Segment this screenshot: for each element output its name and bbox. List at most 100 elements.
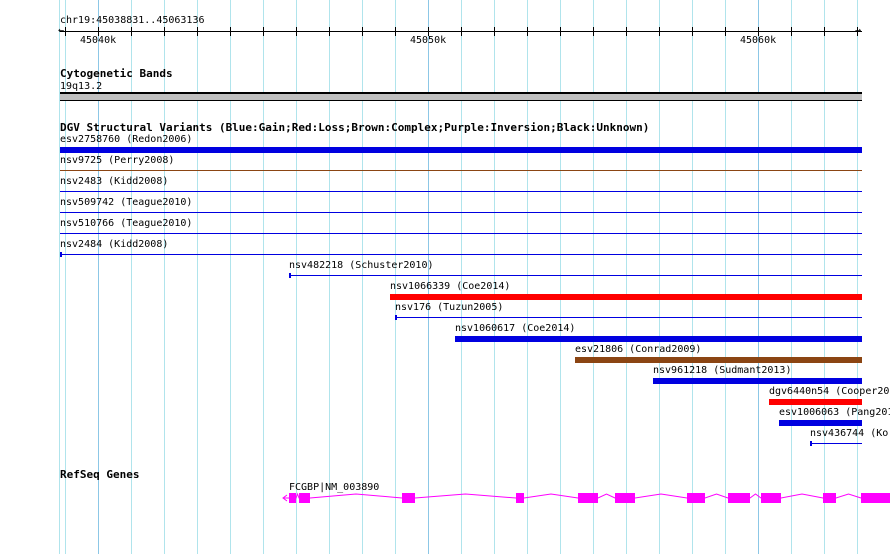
right-arrow-icon[interactable]: → bbox=[855, 25, 861, 36]
ruler-tick bbox=[65, 27, 66, 36]
grid-line bbox=[494, 0, 495, 554]
variant-label: nsv1060617 (Coe2014) bbox=[455, 323, 576, 334]
ruler-tick-label: 45060k bbox=[740, 35, 777, 46]
ruler-tick bbox=[560, 27, 561, 36]
grid-line bbox=[164, 0, 165, 554]
variant-bar[interactable] bbox=[60, 170, 862, 171]
exon bbox=[687, 493, 705, 503]
ruler-tick bbox=[725, 27, 726, 36]
variant-label: nsv482218 (Schuster2010) bbox=[289, 260, 434, 271]
ruler-tick bbox=[527, 27, 528, 36]
exon bbox=[728, 493, 750, 503]
grid-line bbox=[230, 0, 231, 554]
variant-start-tick bbox=[289, 273, 291, 278]
variant-bar[interactable] bbox=[60, 212, 862, 213]
grid-line bbox=[428, 0, 429, 554]
grid-line bbox=[626, 0, 627, 554]
ruler-tick bbox=[362, 27, 363, 36]
variant-label: nsv509742 (Teague2010) bbox=[60, 197, 193, 208]
ruler-tick bbox=[131, 27, 132, 36]
ruler-tick bbox=[659, 27, 660, 36]
grid-line bbox=[824, 0, 825, 554]
variant-bar[interactable] bbox=[810, 443, 862, 444]
ruler-tick-label: 45050k bbox=[410, 35, 447, 46]
ruler-tick bbox=[593, 27, 594, 36]
variant-bar[interactable] bbox=[60, 254, 862, 255]
cytoband-label: 19q13.2 bbox=[60, 81, 103, 92]
grid-line bbox=[395, 0, 396, 554]
exon bbox=[402, 493, 415, 503]
cytoband-bar[interactable] bbox=[60, 92, 862, 101]
exon bbox=[861, 493, 890, 503]
grid-line bbox=[329, 0, 330, 554]
variant-start-tick bbox=[810, 441, 812, 446]
grid-line bbox=[296, 0, 297, 554]
variant-bar[interactable] bbox=[779, 420, 862, 426]
variant-start-tick bbox=[395, 315, 397, 320]
variant-label: nsv961218 (Sudmant2013) bbox=[653, 365, 792, 376]
ruler-tick bbox=[692, 27, 693, 36]
variant-start-tick bbox=[60, 252, 62, 257]
grid-line bbox=[461, 0, 462, 554]
ruler-tick bbox=[197, 27, 198, 36]
exon bbox=[289, 493, 296, 503]
exon bbox=[299, 493, 310, 503]
ruler-tick bbox=[329, 27, 330, 36]
variant-bar[interactable] bbox=[769, 399, 862, 405]
ruler-tick bbox=[626, 27, 627, 36]
dgv-track-title: DGV Structural Variants (Blue:Gain;Red:L… bbox=[60, 121, 650, 134]
variant-label: nsv9725 (Perry2008) bbox=[60, 155, 175, 166]
left-arrow-icon[interactable]: ← bbox=[58, 25, 64, 36]
grid-line bbox=[857, 0, 858, 554]
variant-label: esv2758760 (Redon2006) bbox=[60, 134, 193, 145]
grid-line bbox=[725, 0, 726, 554]
exon bbox=[823, 493, 836, 503]
variant-label: esv21806 (Conrad2009) bbox=[575, 344, 702, 355]
ruler-tick bbox=[824, 27, 825, 36]
grid-line bbox=[692, 0, 693, 554]
variant-label: nsv510766 (Teague2010) bbox=[60, 218, 193, 229]
variant-label: nsv2484 (Kidd2008) bbox=[60, 239, 169, 250]
variant-label: nsv1066339 (Coe2014) bbox=[390, 281, 511, 292]
grid-line bbox=[362, 0, 363, 554]
gene-model[interactable] bbox=[0, 485, 890, 515]
ruler-tick bbox=[164, 27, 165, 36]
variant-bar[interactable] bbox=[60, 147, 862, 153]
variant-label: nsv176 (Tuzun2005) bbox=[395, 302, 504, 313]
exon bbox=[516, 493, 524, 503]
ruler-tick bbox=[791, 27, 792, 36]
variant-label: dgv6440n54 (Cooper201 bbox=[769, 386, 890, 397]
variant-label: nsv436744 (Kor bbox=[810, 428, 890, 439]
variant-bar[interactable] bbox=[289, 275, 862, 276]
variant-bar[interactable] bbox=[60, 191, 862, 192]
grid-line bbox=[197, 0, 198, 554]
grid-line bbox=[263, 0, 264, 554]
variant-bar[interactable] bbox=[395, 317, 862, 318]
location-label: chr19:45038831..45063136 bbox=[60, 15, 205, 26]
ruler-tick bbox=[230, 27, 231, 36]
grid-line bbox=[659, 0, 660, 554]
variant-bar[interactable] bbox=[575, 357, 862, 363]
grid-line bbox=[791, 0, 792, 554]
grid-line bbox=[593, 0, 594, 554]
ruler-tick bbox=[494, 27, 495, 36]
cytoband-track-title: Cytogenetic Bands bbox=[60, 67, 173, 80]
ruler-tick bbox=[296, 27, 297, 36]
ruler-tick bbox=[263, 27, 264, 36]
grid-line bbox=[527, 0, 528, 554]
exon bbox=[578, 493, 598, 503]
ruler-tick bbox=[395, 27, 396, 36]
ruler-tick-label: 45040k bbox=[80, 35, 117, 46]
variant-bar[interactable] bbox=[455, 336, 862, 342]
variant-bar[interactable] bbox=[60, 233, 862, 234]
refseq-track-title: RefSeq Genes bbox=[60, 468, 140, 481]
variant-label: nsv2483 (Kidd2008) bbox=[60, 176, 169, 187]
variant-label: esv1006063 (Pang201 bbox=[779, 407, 890, 418]
variant-bar[interactable] bbox=[390, 294, 862, 300]
grid-line bbox=[560, 0, 561, 554]
exon bbox=[615, 493, 635, 503]
variant-bar[interactable] bbox=[653, 378, 862, 384]
grid-line bbox=[758, 0, 759, 554]
ruler-tick bbox=[857, 27, 858, 36]
ruler-tick bbox=[461, 27, 462, 36]
